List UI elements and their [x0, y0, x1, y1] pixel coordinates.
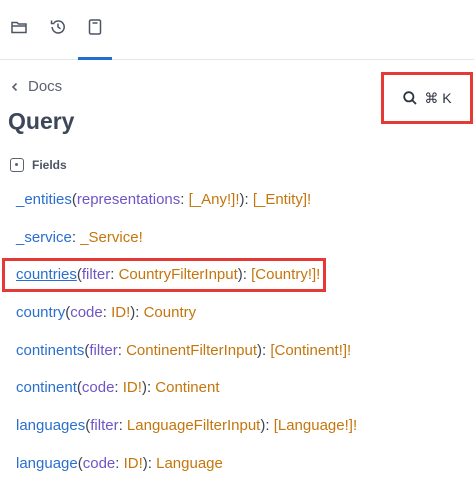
search-icon — [403, 91, 418, 105]
colon: : — [135, 304, 144, 321]
fields-section-label: Fields — [32, 158, 67, 172]
bookmark-icon — [88, 19, 102, 35]
arg-name[interactable]: code — [83, 455, 116, 472]
return-type-link[interactable]: [Continent!]! — [270, 342, 351, 359]
colon: : — [114, 379, 123, 396]
arg-name[interactable]: code — [70, 304, 103, 321]
tab-history[interactable] — [43, 12, 73, 42]
return-type-link[interactable]: Country — [144, 304, 197, 321]
tab-explorer[interactable] — [4, 12, 34, 42]
return-type-link[interactable]: Continent — [155, 379, 219, 396]
arg-type-link[interactable]: ID! — [123, 379, 142, 396]
field-row: continents(filter: ContinentFilterInput)… — [16, 342, 351, 359]
colon: : — [244, 191, 253, 208]
field-row: languages(filter: LanguageFilterInput): … — [16, 417, 357, 434]
colon: : — [102, 304, 112, 321]
active-tab-indicator — [78, 57, 112, 60]
page-title: Query — [8, 108, 75, 134]
arg-name[interactable]: code — [82, 379, 115, 396]
colon: : — [180, 191, 189, 208]
arg-type-link[interactable]: ID! — [124, 455, 143, 472]
field-name-link[interactable]: language — [16, 455, 78, 472]
arg-type-link[interactable]: ID! — [111, 304, 130, 321]
field-row: _entities(representations: [_Any!]!): [_… — [16, 191, 311, 208]
field-name-link[interactable]: _entities — [16, 191, 72, 208]
back-link-label: Docs — [28, 78, 63, 95]
return-type-link[interactable]: [_Entity]! — [253, 191, 311, 208]
back-link[interactable]: Docs — [8, 78, 62, 95]
arg-type-link[interactable]: [_Any!]! — [189, 191, 240, 208]
return-type-link[interactable]: Language — [156, 455, 223, 472]
arg-name[interactable]: filter — [89, 342, 117, 359]
field-icon — [10, 158, 24, 172]
chevron-left-icon — [11, 82, 18, 91]
search-button[interactable]: ⌘ K — [381, 72, 473, 124]
fields-section-header: Fields — [10, 158, 67, 172]
highlight-box — [2, 258, 326, 292]
search-shortcut: ⌘ K — [424, 89, 452, 106]
field-row: language(code: ID!): Language — [16, 455, 223, 472]
arg-name[interactable]: representations — [77, 191, 180, 208]
field-name-link[interactable]: continents — [16, 342, 84, 359]
return-type-link[interactable]: _Service! — [80, 229, 143, 246]
arg-name[interactable]: filter — [90, 417, 118, 434]
colon: : — [147, 455, 157, 472]
history-icon — [50, 20, 65, 34]
colon: : — [118, 417, 127, 434]
field-row: country(code: ID!): Country — [16, 304, 196, 321]
field-name-link[interactable]: continent — [16, 379, 77, 396]
tab-bar — [0, 0, 474, 60]
return-type-link[interactable]: [Language!]! — [274, 417, 357, 434]
colon: : — [115, 455, 124, 472]
colon: : — [117, 342, 127, 359]
arg-type-link[interactable]: LanguageFilterInput — [127, 417, 260, 434]
colon: : — [265, 417, 274, 434]
folder-icon — [11, 21, 27, 34]
field-name-link[interactable]: languages — [16, 417, 85, 434]
field-name-link[interactable]: _service — [16, 229, 72, 246]
tab-docs[interactable] — [80, 12, 110, 42]
field-row: _service: _Service! — [16, 229, 143, 246]
arg-type-link[interactable]: ContinentFilterInput — [126, 342, 257, 359]
field-name-link[interactable]: country — [16, 304, 65, 321]
colon: : — [71, 229, 81, 246]
field-row: continent(code: ID!): Continent — [16, 379, 220, 396]
